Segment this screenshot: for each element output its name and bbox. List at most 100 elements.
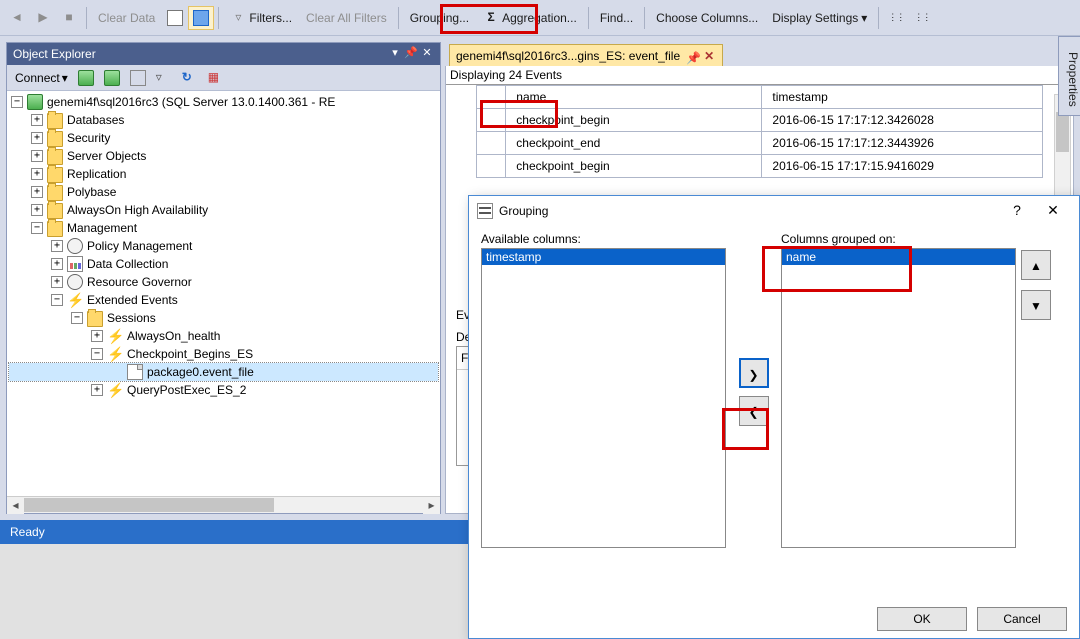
tree-node-selected[interactable]: package0.event_file <box>9 363 438 381</box>
expand-toggle[interactable]: + <box>51 276 63 288</box>
expand-toggle[interactable]: − <box>91 348 103 360</box>
properties-side-tab[interactable]: Properties <box>1058 36 1080 116</box>
available-columns-listbox[interactable]: timestamp <box>481 248 726 548</box>
panel-pin-button[interactable]: 📌 <box>404 47 418 61</box>
panel-filled-icon <box>193 10 209 26</box>
expand-toggle[interactable]: + <box>31 168 43 180</box>
refresh-button[interactable]: ↻ <box>178 68 202 88</box>
expand-toggle[interactable]: − <box>71 312 83 324</box>
grouping-button[interactable]: Grouping... <box>403 6 476 30</box>
pin-icon[interactable]: 📌 <box>686 51 696 61</box>
table-row[interactable]: checkpoint_end2016-06-15 17:17:12.344392… <box>477 132 1043 155</box>
tree-node-label: Sessions <box>107 311 156 325</box>
tree-node-label: package0.event_file <box>147 365 254 379</box>
tab-close-button[interactable]: ✕ <box>702 49 716 63</box>
expand-toggle[interactable]: + <box>91 384 103 396</box>
table-row[interactable]: checkpoint_begin2016-06-15 17:17:15.9416… <box>477 155 1043 178</box>
expand-toggle[interactable]: + <box>31 150 43 162</box>
filter-tree-button[interactable]: ▿ <box>152 68 176 88</box>
play-start-button[interactable]: ▶ <box>30 6 56 30</box>
tree-node-label: Resource Governor <box>87 275 192 289</box>
document-tab-strip: genemi4f\sql2016rc3...gins_ES: event_fil… <box>445 42 1074 66</box>
expand-toggle[interactable]: + <box>91 330 103 342</box>
stop-square-icon <box>130 70 146 86</box>
clear-data-button[interactable]: Clear Data <box>91 6 162 30</box>
help-button[interactable]: ? <box>999 199 1035 223</box>
column-header-timestamp[interactable]: timestamp <box>762 86 1043 109</box>
dialog-close-button[interactable]: ✕ <box>1035 199 1071 223</box>
connect-button[interactable]: Connect ▾ <box>11 69 72 87</box>
scroll-left-button[interactable]: ◂ <box>7 497 24 514</box>
cell-name: checkpoint_begin <box>506 109 762 132</box>
filters-button[interactable]: ▿Filters... <box>223 6 299 30</box>
move-left-button[interactable]: ❮ <box>739 396 769 426</box>
overflow-1-button[interactable]: ⋮⋮ <box>883 6 909 30</box>
aggregation-button[interactable]: ΣAggregation... <box>476 6 584 30</box>
connect-db-button[interactable] <box>74 68 98 88</box>
scroll-right-button[interactable]: ▸ <box>423 497 440 514</box>
events-table[interactable]: name timestamp checkpoint_begin2016-06-1… <box>476 85 1043 178</box>
overflow-2-button[interactable]: ⋮⋮ <box>909 6 935 30</box>
nav-back-button[interactable]: ◄ <box>4 6 30 30</box>
cancel-button[interactable]: Cancel <box>977 607 1067 631</box>
stop-action-button[interactable] <box>126 68 150 88</box>
grouping-dialog: Grouping ? ✕ Available columns: timestam… <box>468 195 1080 639</box>
expand-toggle[interactable]: + <box>51 258 63 270</box>
stop-button[interactable]: ■ <box>56 6 82 30</box>
expand-toggle[interactable]: − <box>31 222 43 234</box>
table-header-row: name timestamp <box>477 86 1043 109</box>
expand-toggle[interactable]: + <box>31 132 43 144</box>
expand-toggle[interactable]: − <box>51 294 63 306</box>
find-button[interactable]: Find... <box>593 6 640 30</box>
list-item[interactable]: name <box>782 249 1015 265</box>
cell-name: checkpoint_begin <box>506 155 762 178</box>
toggle-panel-2-button[interactable] <box>188 6 214 30</box>
registered-servers-button[interactable]: ▦ <box>204 68 228 88</box>
scroll-thumb[interactable] <box>1056 112 1069 152</box>
clear-all-filters-button[interactable]: Clear All Filters <box>299 6 394 30</box>
tree-node-label: Server Objects <box>67 149 146 163</box>
object-explorer-title-bar: Object Explorer ▾ 📌 ✕ <box>7 43 440 65</box>
expand-toggle[interactable]: + <box>31 186 43 198</box>
choose-columns-button[interactable]: Choose Columns... <box>649 6 765 30</box>
tree-node-label: Databases <box>67 113 124 127</box>
table-row[interactable]: checkpoint_begin2016-06-15 17:17:12.3426… <box>477 109 1043 132</box>
grouped-columns-listbox[interactable]: name <box>781 248 1016 548</box>
scroll-thumb[interactable] <box>24 498 274 512</box>
expand-toggle[interactable]: + <box>31 114 43 126</box>
folder-icon <box>47 131 63 147</box>
move-down-button[interactable]: ▼ <box>1021 290 1051 320</box>
displaying-events-text: Displaying 24 Events <box>446 66 1073 85</box>
expand-toggle[interactable]: + <box>31 204 43 216</box>
move-up-button[interactable]: ▲ <box>1021 250 1051 280</box>
expand-toggle[interactable]: − <box>11 96 23 108</box>
document-tab-active[interactable]: genemi4f\sql2016rc3...gins_ES: event_fil… <box>449 44 723 66</box>
cell-timestamp: 2016-06-15 17:17:12.3426028 <box>762 109 1043 132</box>
list-item[interactable]: timestamp <box>482 249 725 265</box>
grouping-dialog-icon <box>477 203 493 219</box>
horizontal-scrollbar[interactable]: ◂ ▸ <box>7 496 440 513</box>
panel-menu-button[interactable]: ▾ <box>388 47 402 61</box>
dialog-title-bar[interactable]: Grouping ? ✕ <box>469 196 1079 226</box>
tree-node-label: Replication <box>67 167 126 181</box>
available-columns-label: Available columns: <box>481 232 726 246</box>
display-settings-button[interactable]: Display Settings ▾ <box>765 6 874 30</box>
tree-node-label: Security <box>67 131 110 145</box>
move-right-button[interactable]: ❯ <box>739 358 769 388</box>
tree-node-label: Policy Management <box>87 239 192 253</box>
toggle-panel-1-button[interactable] <box>162 6 188 30</box>
object-explorer-panel: Object Explorer ▾ 📌 ✕ Connect ▾ ▿ ↻ ▦ −g… <box>6 42 441 514</box>
object-explorer-toolbar: Connect ▾ ▿ ↻ ▦ <box>7 65 440 91</box>
tree-node-label: Extended Events <box>87 293 178 307</box>
arrow-left-icon: ◄ <box>9 10 25 26</box>
disconnect-db-button[interactable] <box>100 68 124 88</box>
column-header-name[interactable]: name <box>506 86 762 109</box>
folder-icon <box>47 185 63 201</box>
expand-toggle[interactable]: + <box>51 240 63 252</box>
tree-node-label: Management <box>67 221 137 235</box>
panel-close-button[interactable]: ✕ <box>420 47 434 61</box>
ok-button[interactable]: OK <box>877 607 967 631</box>
object-explorer-tree[interactable]: −genemi4f\sql2016rc3 (SQL Server 13.0.14… <box>7 91 440 496</box>
arrow-up-icon: ▲ <box>1030 259 1042 273</box>
session-icon: ⚡ <box>107 346 123 362</box>
